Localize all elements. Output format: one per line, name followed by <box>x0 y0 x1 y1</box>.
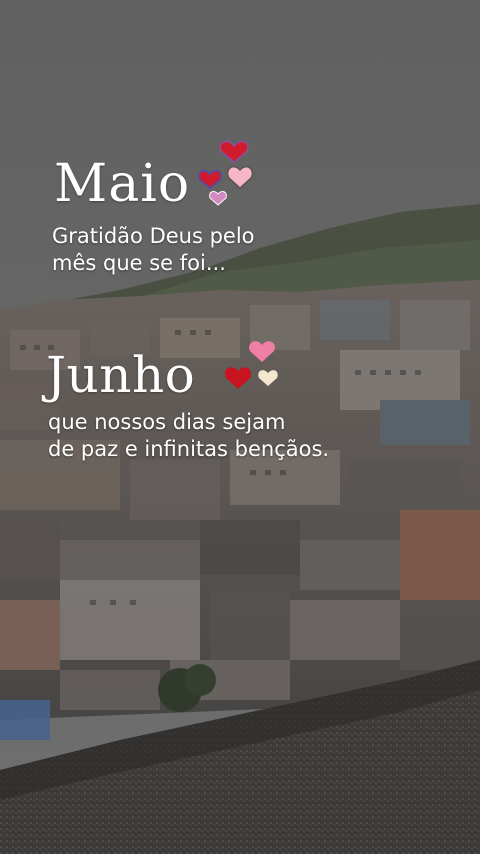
heart-icon <box>219 140 249 163</box>
heart-icon <box>226 166 254 190</box>
maio-message-line-1: Gratidão Deus pelo <box>52 224 255 248</box>
hearts-sticker-maio <box>198 140 254 206</box>
month-title-junho: Junho <box>46 346 196 404</box>
hearts-sticker-junho <box>225 341 278 389</box>
heart-icon <box>209 190 227 206</box>
story-frame: Maio Gratidão Deus pelo mês que se foi..… <box>0 0 480 854</box>
heart-icon <box>258 370 278 386</box>
heart-icon <box>225 367 251 389</box>
heart-icon <box>198 169 222 190</box>
junho-message-line-2: de paz e infinitas bençãos. <box>48 437 330 461</box>
heart-icon <box>249 341 275 362</box>
maio-message-line-2: mês que se foi... <box>52 251 226 275</box>
month-title-maio: Maio <box>54 154 191 214</box>
junho-message-line-1: que nossos dias sejam <box>48 410 286 434</box>
